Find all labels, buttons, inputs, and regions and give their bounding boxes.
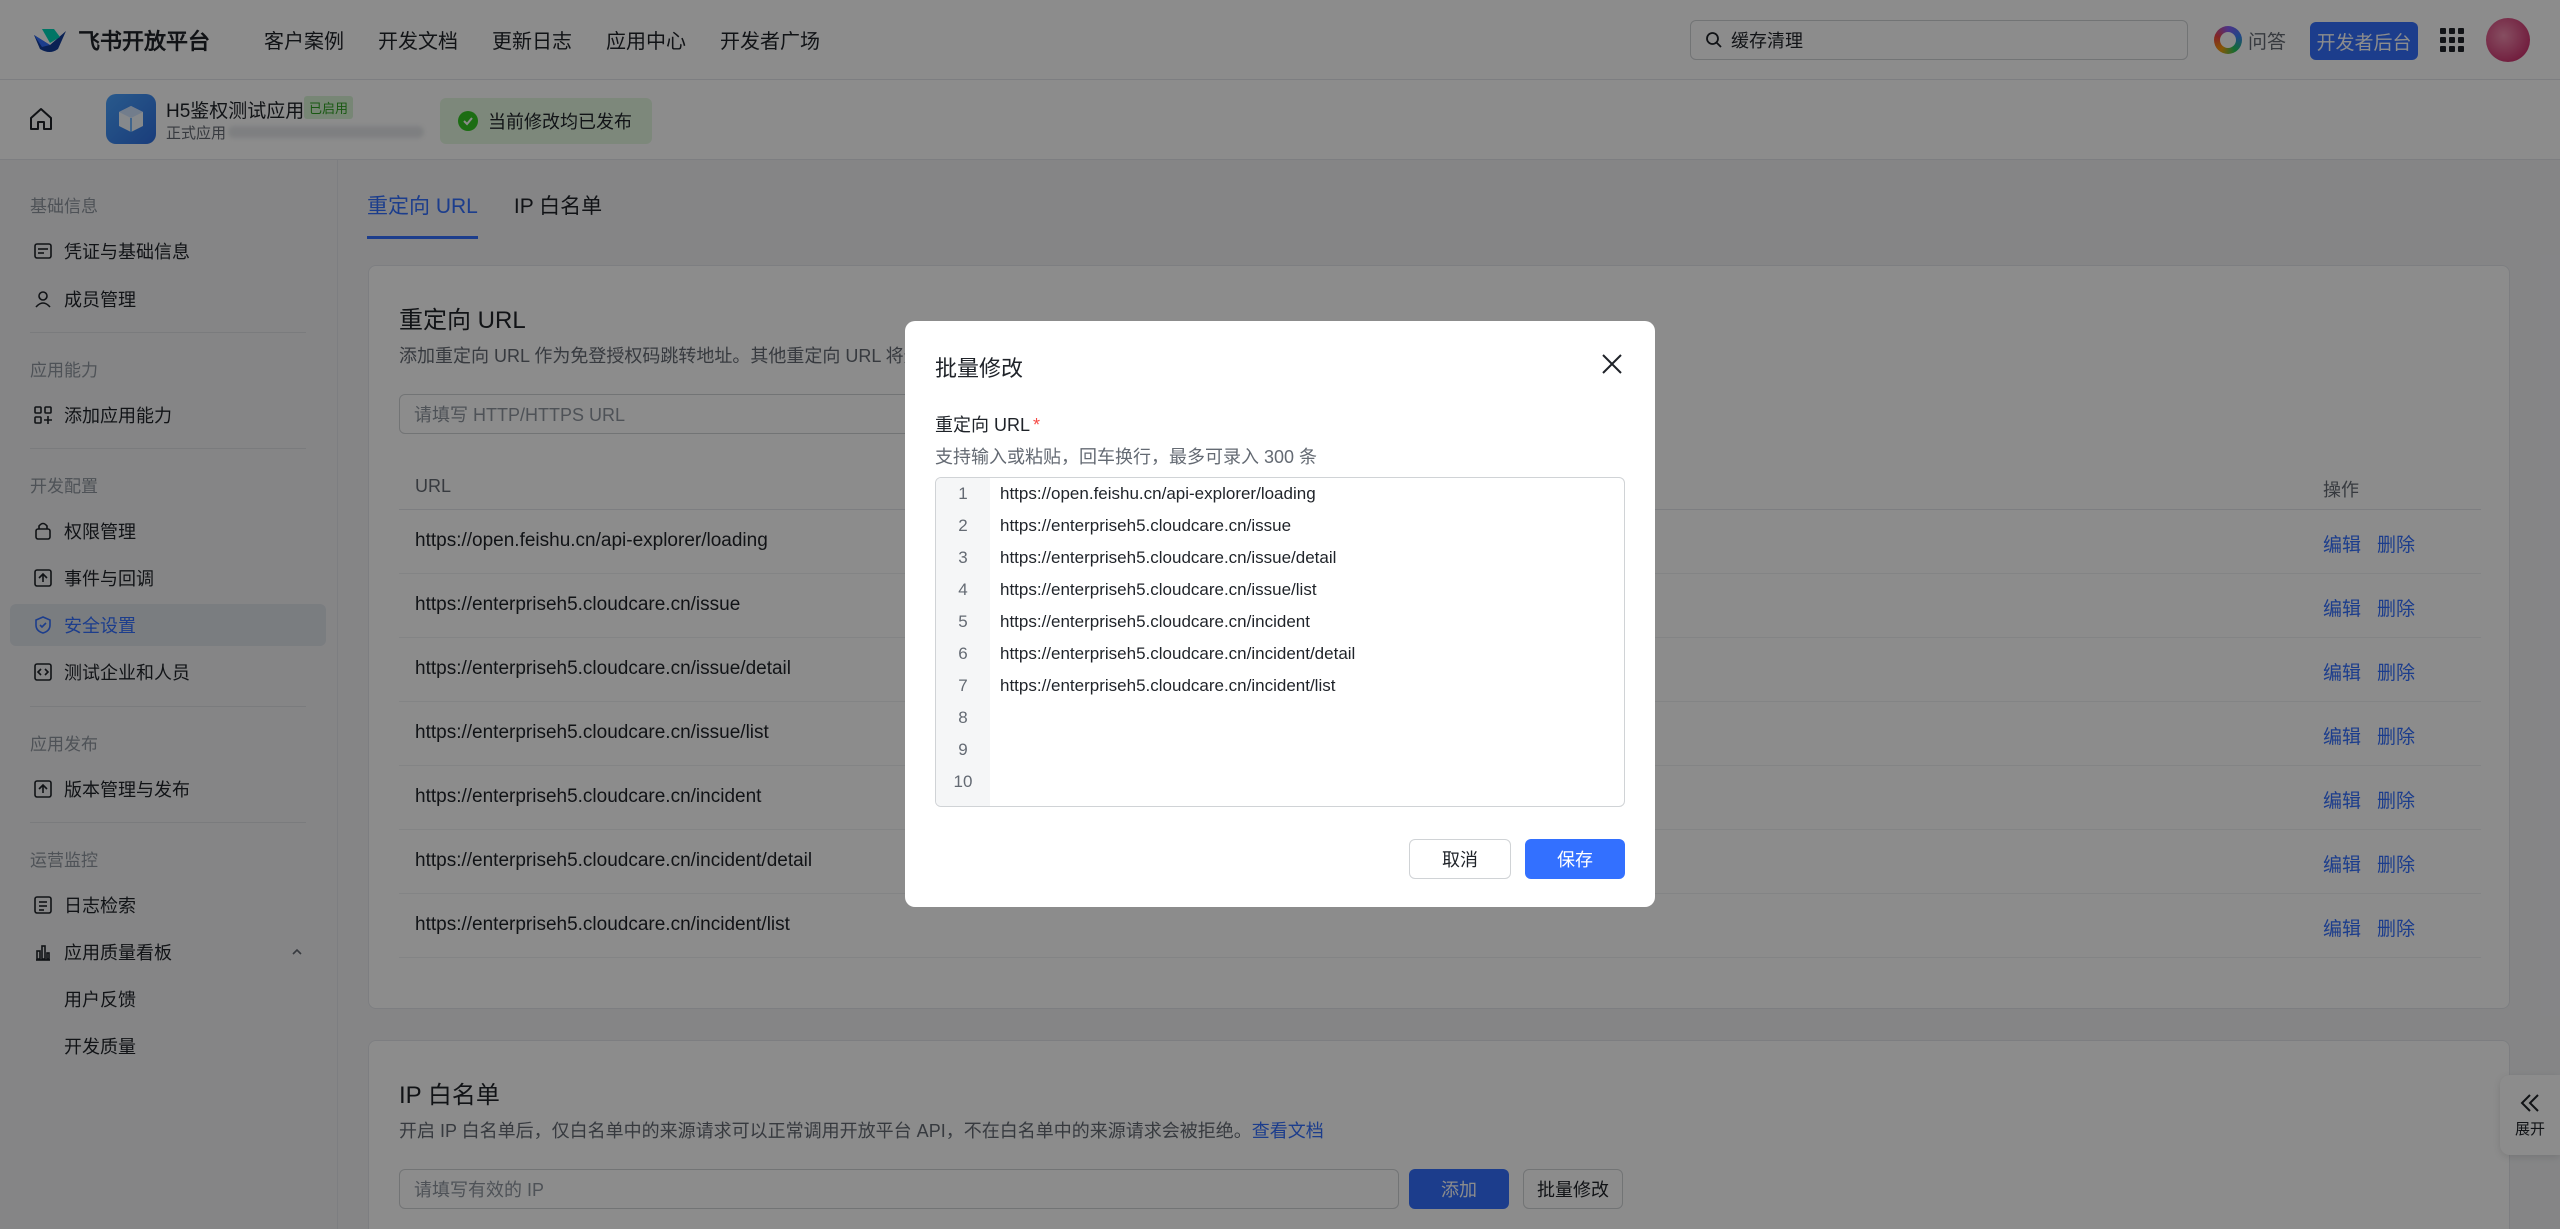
field-help-text: 支持输入或粘贴，回车换行，最多可录入 300 条 <box>935 447 1318 467</box>
editor-line: 7 https://enterpriseh5.cloudcare.cn/incid… <box>936 670 1624 702</box>
line-number: 4 <box>958 580 968 599</box>
editor-line: 3 https://enterpriseh5.cloudcare.cn/issue… <box>936 542 1624 574</box>
modal-title: 批量修改 <box>935 356 1024 381</box>
cancel-button[interactable]: 取消 <box>1409 839 1511 879</box>
line-number: 7 <box>958 676 968 695</box>
line-number: 10 <box>953 772 973 791</box>
editor-line: 5 https://enterpriseh5.cloudcare.cn/incid… <box>936 606 1624 638</box>
editor-line: 9 <box>936 734 1624 766</box>
line-number: 6 <box>958 644 968 663</box>
required-mark: * <box>1033 415 1041 435</box>
editor-line: 6 https://enterpriseh5.cloudcare.cn/incid… <box>936 638 1624 670</box>
field-label-text: 重定向 URL <box>935 415 1031 435</box>
batch-edit-modal: 批量修改 重定向 URL * 支持输入或粘贴，回车换行，最多可录入 300 条 1… <box>905 321 1655 907</box>
field-label: 重定向 URL * <box>935 411 1040 437</box>
line-number: 5 <box>958 612 968 631</box>
line-text: https://enterpriseh5.cloudcare.cn/issue/… <box>1000 580 1317 599</box>
line-text: https://open.feishu.cn/api-explorer/load… <box>1000 484 1316 503</box>
editor-line: 1 https://open.feishu.cn/api-explorer/loa… <box>936 478 1624 510</box>
save-button[interactable]: 保存 <box>1525 839 1625 879</box>
editor-line: 4 https://enterpriseh5.cloudcare.cn/issue… <box>936 574 1624 606</box>
line-text: https://enterpriseh5.cloudcare.cn/issue <box>1000 516 1292 535</box>
url-editor-textarea[interactable]: 1 https://open.feishu.cn/api-explorer/loa… <box>935 477 1625 807</box>
close-icon[interactable] <box>1599 351 1625 377</box>
line-number: 3 <box>958 548 968 567</box>
editor-line: 2 https://enterpriseh5.cloudcare.cn/issue <box>936 510 1624 542</box>
line-text: https://enterpriseh5.cloudcare.cn/incide… <box>1000 676 1336 695</box>
line-number: 9 <box>958 740 968 759</box>
line-text: https://enterpriseh5.cloudcare.cn/issue/… <box>1000 548 1337 567</box>
line-number: 2 <box>958 516 968 535</box>
line-text: https://enterpriseh5.cloudcare.cn/incide… <box>1000 612 1310 631</box>
editor-line: 10 <box>936 766 1624 798</box>
line-number: 8 <box>958 708 968 727</box>
line-number: 1 <box>958 484 968 503</box>
editor-line: 8 <box>936 702 1624 734</box>
line-text: https://enterpriseh5.cloudcare.cn/incide… <box>1000 644 1356 663</box>
